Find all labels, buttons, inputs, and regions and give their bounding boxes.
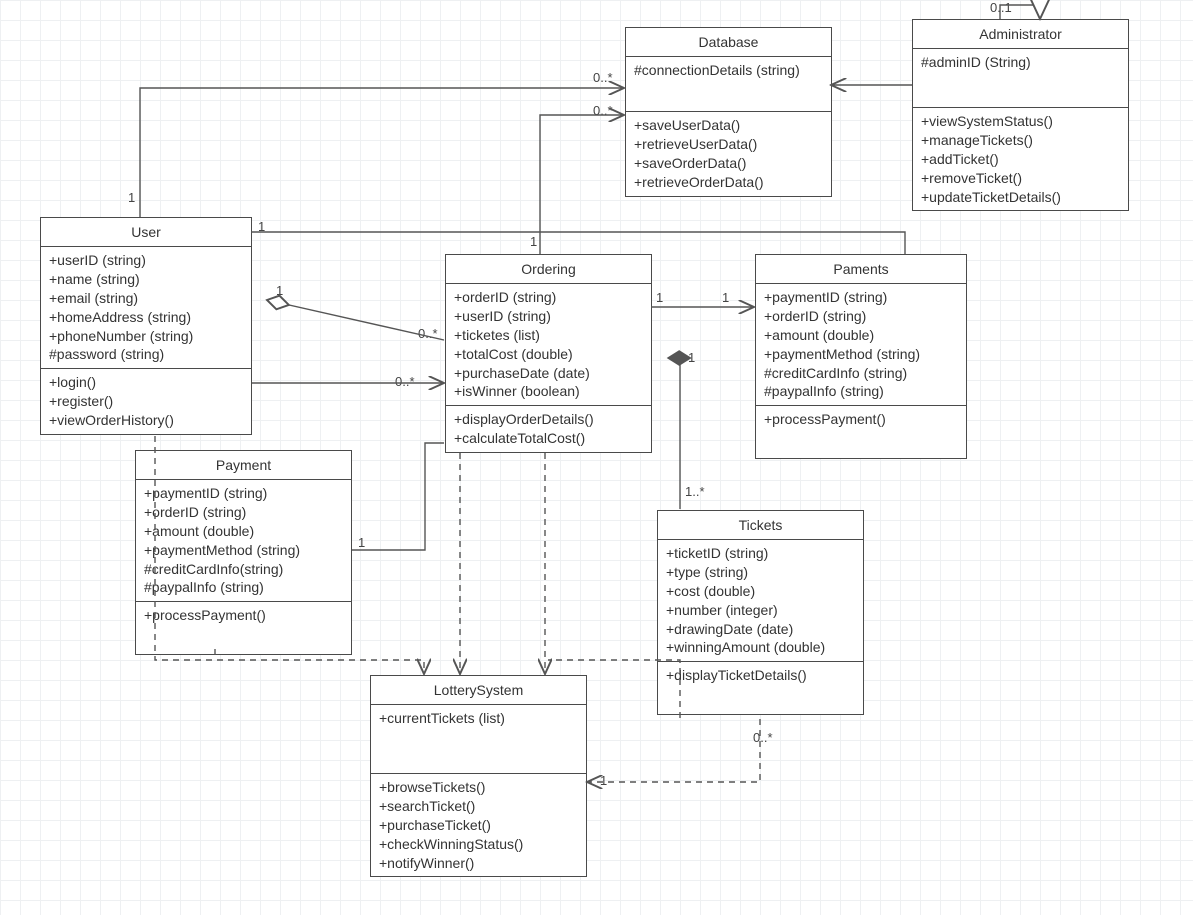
attr: +purchaseDate (date) [454,364,643,383]
op: +notifyWinner() [379,854,578,873]
op: +purchaseTicket() [379,816,578,835]
attr: +paymentMethod (string) [764,345,958,364]
attr: +phoneNumber (string) [49,327,243,346]
op: +browseTickets() [379,778,578,797]
mult: 1 [722,290,729,305]
class-ordering[interactable]: Ordering +orderID (string) +userID (stri… [445,254,652,453]
attr: +email (string) [49,289,243,308]
attr: #connectionDetails (string) [634,61,823,80]
attr: +ticketID (string) [666,544,855,563]
op: +saveUserData() [634,116,823,135]
attr: #creditCardInfo (string) [764,364,958,383]
op: +viewSystemStatus() [921,112,1120,131]
mult: 1 [656,290,663,305]
attr: +amount (double) [144,522,343,541]
attr: +orderID (string) [454,288,643,307]
mult: 0..* [418,326,438,341]
class-title: Ordering [446,255,651,284]
mult: 0..* [395,374,415,389]
mult: 1 [600,773,607,788]
mult: 0..* [753,730,773,745]
class-title: Tickets [658,511,863,540]
op: +searchTicket() [379,797,578,816]
attr: +isWinner (boolean) [454,382,643,401]
attr: +homeAddress (string) [49,308,243,327]
attr: +amount (double) [764,326,958,345]
class-paments[interactable]: Paments +paymentID (string) +orderID (st… [755,254,967,459]
attr: +userID (string) [454,307,643,326]
mult: 0..1 [990,0,1012,15]
attr: +paymentID (string) [764,288,958,307]
attr: +orderID (string) [764,307,958,326]
attr: #paypalInfo (string) [144,578,343,597]
class-title: Database [626,28,831,57]
mult: 0..* [593,103,613,118]
op: +retrieveUserData() [634,135,823,154]
class-payment[interactable]: Payment +paymentID (string) +orderID (st… [135,450,352,655]
op: +viewOrderHistory() [49,411,243,430]
class-database[interactable]: Database #connectionDetails (string) +sa… [625,27,832,197]
attr: #paypalInfo (string) [764,382,958,401]
op: +saveOrderData() [634,154,823,173]
attr: +ticketes (list) [454,326,643,345]
class-title: LotterySystem [371,676,586,705]
mult: 1 [530,234,537,249]
mult: 0..* [593,70,613,85]
attr: +userID (string) [49,251,243,270]
class-title: Paments [756,255,966,284]
mult: 1 [276,283,283,298]
class-lotterysystem[interactable]: LotterySystem +currentTickets (list) +br… [370,675,587,877]
op: +processPayment() [144,606,343,625]
class-title: Administrator [913,20,1128,49]
class-tickets[interactable]: Tickets +ticketID (string) +type (string… [657,510,864,715]
diagram-canvas: Database #connectionDetails (string) +sa… [0,0,1193,915]
op: +checkWinningStatus() [379,835,578,854]
mult: 1 [258,219,265,234]
op: +calculateTotalCost() [454,429,643,448]
attr: +drawingDate (date) [666,620,855,639]
op: +addTicket() [921,150,1120,169]
class-title: User [41,218,251,247]
mult: 1 [358,535,365,550]
op: +removeTicket() [921,169,1120,188]
op: +retrieveOrderData() [634,173,823,192]
attr: #adminID (String) [921,53,1120,72]
op: +login() [49,373,243,392]
class-user[interactable]: User +userID (string) +name (string) +em… [40,217,252,435]
attr: +paymentMethod (string) [144,541,343,560]
op: +displayTicketDetails() [666,666,855,685]
op: +updateTicketDetails() [921,188,1120,207]
attr: +number (integer) [666,601,855,620]
class-administrator[interactable]: Administrator #adminID (String) +viewSys… [912,19,1129,211]
attr: +name (string) [49,270,243,289]
attr: #creditCardInfo(string) [144,560,343,579]
class-title: Payment [136,451,351,480]
attr: +orderID (string) [144,503,343,522]
attr: +cost (double) [666,582,855,601]
op: +processPayment() [764,410,958,429]
mult: 1 [688,350,695,365]
attr: +currentTickets (list) [379,709,578,728]
op: +manageTickets() [921,131,1120,150]
mult: 1..* [685,484,705,499]
op: +displayOrderDetails() [454,410,643,429]
attr: #password (string) [49,345,243,364]
mult: 1 [128,190,135,205]
op: +register() [49,392,243,411]
attr: +paymentID (string) [144,484,343,503]
attr: +type (string) [666,563,855,582]
attr: +winningAmount (double) [666,638,855,657]
attr: +totalCost (double) [454,345,643,364]
